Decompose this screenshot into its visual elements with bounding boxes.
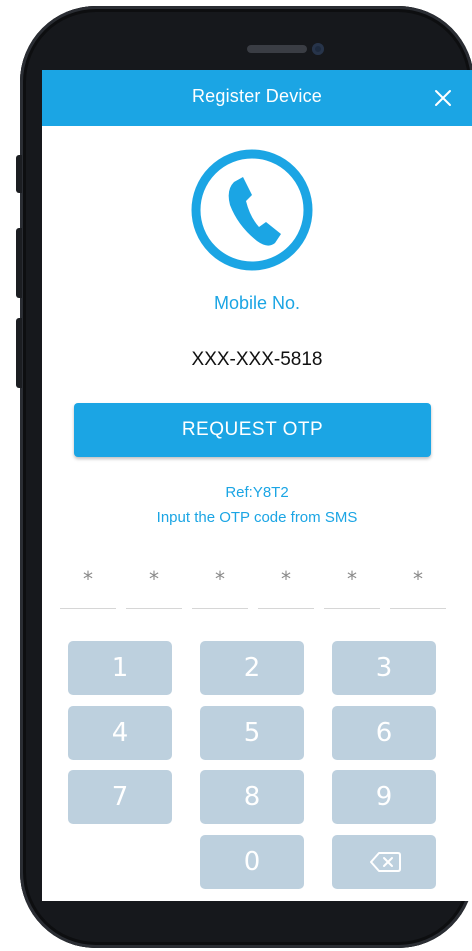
side-button-mute [16,155,22,193]
keypad-key-6[interactable]: 6 [332,706,436,760]
keypad-key-0[interactable]: 0 [200,835,304,889]
keypad-key-4[interactable]: 4 [68,706,172,760]
mobile-number-label: Mobile No. [213,293,301,313]
keypad-backspace-button[interactable] [332,835,436,889]
otp-digit-5[interactable]: * [324,562,380,609]
phone-icon [191,149,313,271]
otp-instruction: Input the OTP code from SMS [156,509,358,526]
otp-reference: Ref:Y8T2 [225,484,289,501]
app-screen: Register Device Mobile No. XXX-XXX-5818 … [42,70,472,901]
backspace-icon [370,852,401,872]
otp-digit-6[interactable]: * [390,562,446,609]
otp-digit-4[interactable]: * [258,562,314,609]
keypad-key-3[interactable]: 3 [332,641,436,695]
keypad-key-2[interactable]: 2 [200,641,304,695]
keypad-key-8[interactable]: 8 [200,770,304,824]
close-icon[interactable] [428,83,458,113]
camera [312,43,324,55]
keypad-key-5[interactable]: 5 [200,706,304,760]
keypad-key-9[interactable]: 9 [332,770,436,824]
otp-digit-1[interactable]: * [60,562,116,609]
request-otp-button[interactable]: REQUEST OTP [74,403,431,457]
keypad-key-7[interactable]: 7 [68,770,172,824]
mobile-number-value: XXX-XXX-5818 [191,349,323,370]
page-title: Register Device [191,86,323,106]
side-button-volume-up [16,228,22,298]
speaker [247,45,307,53]
header-bar: Register Device [42,70,472,126]
otp-digit-2[interactable]: * [126,562,182,609]
otp-digit-3[interactable]: * [192,562,248,609]
side-button-volume-down [16,318,22,388]
keypad-key-1[interactable]: 1 [68,641,172,695]
